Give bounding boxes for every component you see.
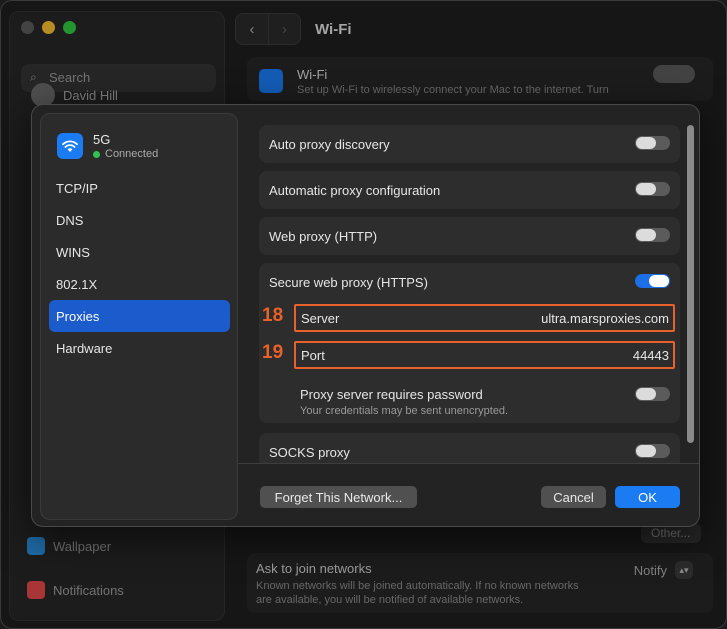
network-status: Connected [93, 148, 158, 160]
automatic-proxy-config-row: Automatic proxy configuration [259, 171, 680, 209]
nav-item-proxies[interactable]: Proxies [49, 300, 230, 332]
network-status-label: Connected [105, 148, 159, 160]
web-proxy-toggle[interactable] [635, 228, 670, 242]
secure-web-proxy-toggle[interactable] [635, 274, 670, 288]
scrollbar[interactable] [686, 125, 695, 463]
row-label: SOCKS proxy [269, 445, 350, 460]
nav-item-dns[interactable]: DNS [49, 204, 230, 236]
server-label: Server [301, 311, 340, 326]
forget-network-button[interactable]: Forget This Network... [260, 486, 417, 508]
dialog-footer: Forget This Network... Cancel OK [238, 463, 699, 526]
annotation-marker-18: 18 [262, 305, 284, 326]
server-field[interactable]: Server ultra.marsproxies.com [294, 304, 675, 332]
scrollbar-thumb[interactable] [687, 125, 694, 443]
automatic-proxy-config-toggle[interactable] [635, 182, 670, 196]
connected-dot-icon [93, 150, 100, 158]
server-value: ultra.marsproxies.com [541, 311, 669, 326]
dialog-nav: TCP/IP DNS WINS 802.1X Proxies Hardware [49, 172, 230, 364]
auto-proxy-discovery-row: Auto proxy discovery [259, 125, 680, 163]
proxies-pane: Auto proxy discovery Automatic proxy con… [238, 105, 699, 463]
nav-item-hardware[interactable]: Hardware [49, 332, 230, 364]
wifi-icon [57, 133, 83, 159]
row-label: Secure web proxy (HTTPS) [269, 275, 428, 290]
nav-item-tcpip[interactable]: TCP/IP [49, 172, 230, 204]
web-proxy-row: Web proxy (HTTP) [259, 217, 680, 255]
socks-proxy-toggle[interactable] [635, 444, 670, 458]
password-required-label: Proxy server requires password [300, 387, 483, 402]
secure-web-proxy-group: Secure web proxy (HTTPS) 18 Server ultra… [259, 263, 680, 423]
network-header: 5G Connected [57, 132, 158, 160]
auto-proxy-discovery-toggle[interactable] [635, 136, 670, 150]
port-field[interactable]: Port 44443 [294, 341, 675, 369]
password-required-toggle[interactable] [635, 387, 670, 401]
annotation-marker-19: 19 [262, 342, 284, 363]
port-label: Port [301, 348, 325, 363]
network-details-dialog: 5G Connected TCP/IP DNS WINS 802.1X Prox… [31, 104, 700, 527]
system-settings-window: ⌕ Search David Hill Wallpaper Notificati… [0, 0, 727, 629]
row-label: Automatic proxy configuration [269, 183, 441, 198]
port-value: 44443 [632, 348, 669, 363]
row-label: Web proxy (HTTP) [269, 229, 378, 244]
socks-proxy-row: SOCKS proxy [259, 433, 680, 463]
network-name: 5G [93, 132, 111, 147]
nav-item-wins[interactable]: WINS [49, 236, 230, 268]
dialog-sidebar: 5G Connected TCP/IP DNS WINS 802.1X Prox… [40, 113, 238, 520]
password-warning-text: Your credentials may be sent unencrypted… [300, 405, 509, 417]
nav-item-8021x[interactable]: 802.1X [49, 268, 230, 300]
ok-button[interactable]: OK [615, 486, 680, 508]
row-label: Auto proxy discovery [269, 137, 390, 152]
cancel-button[interactable]: Cancel [541, 486, 606, 508]
